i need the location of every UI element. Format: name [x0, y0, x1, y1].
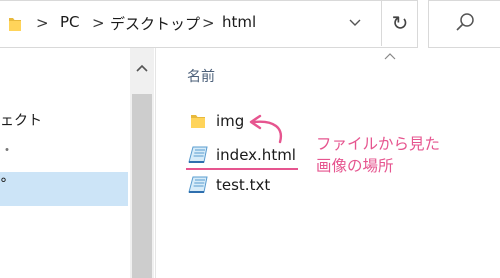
text-file-icon [188, 176, 208, 193]
folder-icon [9, 18, 21, 31]
scroll-up-button[interactable] [130, 58, 154, 78]
breadcrumb-separator[interactable]: > [202, 14, 215, 32]
html-file-icon [188, 146, 208, 163]
refresh-icon: ↻ [391, 11, 409, 35]
breadcrumb-separator[interactable]: > [92, 14, 105, 32]
nav-item-label[interactable]: ° [0, 176, 7, 192]
nav-item-label[interactable]: ェクト [0, 110, 42, 130]
chevron-up-icon [136, 64, 148, 72]
column-header-name[interactable]: 名前 [187, 66, 215, 86]
address-dropdown-button[interactable] [336, 0, 374, 46]
refresh-button[interactable]: ↻ [381, 0, 418, 46]
breadcrumb-pc[interactable]: PC [60, 13, 80, 31]
file-item-img[interactable]: img [216, 112, 244, 130]
annotation-arrow-icon [249, 114, 283, 144]
breadcrumb-desktop[interactable]: デスクトップ [110, 13, 200, 34]
annotation-text-line2: 画像の場所 [316, 157, 394, 175]
nav-scrollbar-thumb[interactable] [132, 94, 152, 278]
breadcrumb-separator: > [36, 14, 49, 32]
annotation-text-line1: ファイルから見た [316, 135, 441, 153]
chevron-down-icon [349, 19, 361, 26]
file-item-test-txt[interactable]: test.txt [216, 176, 270, 194]
nav-item-label[interactable]: ・ [0, 140, 14, 160]
pane-divider[interactable] [155, 48, 156, 278]
search-icon[interactable] [455, 12, 475, 34]
nav-item-selected-highlight[interactable] [0, 172, 128, 206]
annotation-underline [186, 168, 298, 170]
sort-ascending-icon [384, 53, 396, 60]
folder-icon [191, 115, 205, 128]
breadcrumb-html[interactable]: html [222, 13, 256, 31]
